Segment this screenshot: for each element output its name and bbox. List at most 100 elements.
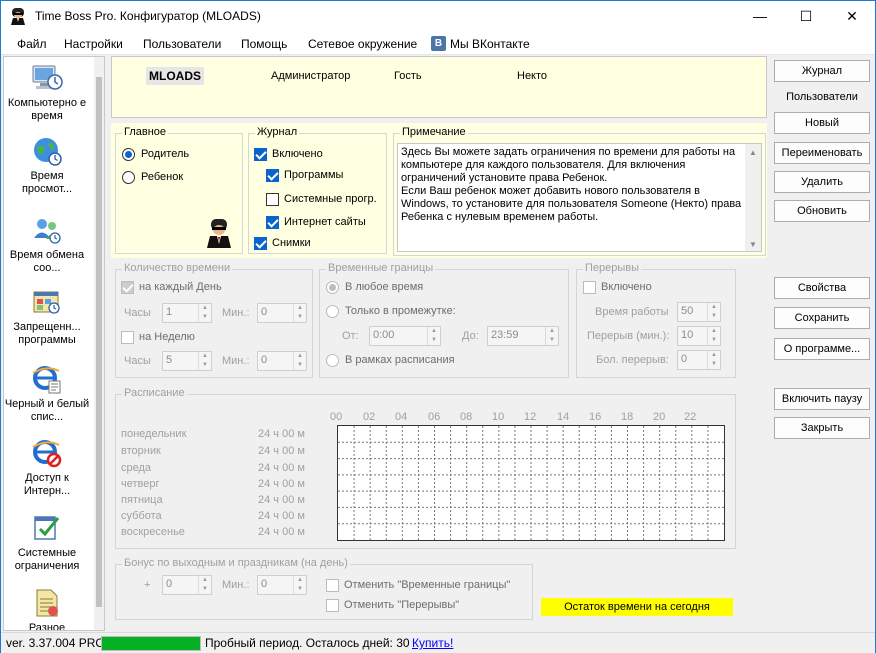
journal-programs-checkbox[interactable]: [266, 169, 279, 182]
schedule-grid[interactable]: [337, 425, 725, 541]
parent-radio[interactable]: [122, 148, 135, 161]
pause-button[interactable]: Включить паузу: [774, 388, 870, 410]
user-item-someone[interactable]: Некто: [517, 70, 547, 82]
sidebar-item-system-restrictions[interactable]: Системные ограничения: [4, 512, 90, 573]
delete-user-button[interactable]: Удалить: [774, 171, 870, 193]
interval-radio[interactable]: [326, 305, 339, 318]
time-bounds-group: Временные границы В любое время Только в…: [319, 262, 569, 378]
menu-network[interactable]: Сетевое окружение: [308, 37, 417, 51]
hour-label: 04: [395, 411, 408, 423]
scroll-down-icon[interactable]: ▼: [749, 238, 757, 251]
journal-system-progs-label: Системные прогр.: [284, 193, 377, 205]
week-hours-label: Часы: [124, 355, 151, 367]
menu-help[interactable]: Помощь: [241, 37, 287, 51]
work-time-stepper[interactable]: 50 ▲ ▼: [677, 302, 721, 322]
sidebar-scroll-thumb[interactable]: [96, 77, 102, 607]
sidebar-item-browsing-time[interactable]: Время просмот...: [4, 135, 90, 196]
menu-file[interactable]: Файл: [17, 37, 47, 51]
properties-button[interactable]: Свойства: [774, 277, 870, 299]
sidebar-item-blocked-programs[interactable]: Запрещенн... программы: [4, 286, 90, 347]
hour-label: 10: [492, 411, 505, 423]
day-hours-stepper[interactable]: 1 ▲ ▼: [162, 303, 212, 323]
spinner-arrows-icon[interactable]: ▲ ▼: [545, 327, 558, 345]
menu-users[interactable]: Пользователи: [143, 37, 221, 51]
new-user-button[interactable]: Новый: [774, 112, 870, 134]
cancel-breaks-label: Отменить "Перерывы": [344, 599, 460, 611]
from-time-input[interactable]: 0:00 ▲ ▼: [369, 326, 441, 346]
long-break-stepper[interactable]: 0 ▲ ▼: [677, 350, 721, 370]
sidebar-item-black-white-list[interactable]: Черный и белый спис...: [4, 363, 90, 424]
spinner-arrows-icon[interactable]: ▲ ▼: [293, 304, 306, 322]
spinner-arrows-icon[interactable]: ▲ ▼: [293, 576, 306, 594]
bonus-min-stepper[interactable]: 0 ▲ ▼: [257, 575, 307, 595]
user-item-admin[interactable]: Администратор: [271, 70, 350, 82]
journal-system-progs-checkbox[interactable]: [266, 193, 279, 206]
spinner-arrows-icon[interactable]: ▲ ▼: [198, 304, 211, 322]
sidebar-item-misc[interactable]: Разное: [4, 587, 90, 630]
journal-button[interactable]: Журнал: [774, 60, 870, 82]
note-textarea[interactable]: Здесь Вы можете задать ограничения по вр…: [397, 143, 762, 252]
breaks-group: Перерывы Включено Время работы 50 ▲ ▼ Пере…: [576, 262, 736, 378]
week-min-label: Мин.:: [222, 355, 250, 367]
work-time-value: 50: [681, 305, 694, 317]
menu-settings[interactable]: Настройки: [64, 37, 123, 51]
rename-user-button[interactable]: Переименовать: [774, 142, 870, 164]
breaks-enabled-checkbox[interactable]: [583, 281, 596, 294]
save-button[interactable]: Сохранить: [774, 307, 870, 329]
minimize-button[interactable]: —: [737, 1, 783, 31]
child-radio[interactable]: [122, 171, 135, 184]
day-min-stepper[interactable]: 0 ▲ ▼: [257, 303, 307, 323]
system-check-icon: [34, 516, 60, 540]
to-label: До:: [462, 330, 479, 342]
sidebar-item-internet-access[interactable]: Доступ к Интерн...: [4, 437, 90, 498]
spinner-arrows-icon[interactable]: ▲ ▼: [293, 352, 306, 370]
app-icon: [11, 8, 25, 25]
sidebar-scrollbar[interactable]: [94, 57, 104, 630]
week-min-stepper[interactable]: 0 ▲ ▼: [257, 351, 307, 371]
remaining-time-button[interactable]: Остаток времени на сегодня: [541, 598, 733, 616]
any-time-radio[interactable]: [326, 281, 339, 294]
sidebar-item-messaging-time[interactable]: Время обмена соо...: [4, 214, 90, 275]
spinner-arrows-icon[interactable]: ▲ ▼: [707, 303, 720, 321]
break-length-stepper[interactable]: 10 ▲ ▼: [677, 326, 721, 346]
cancel-bounds-checkbox[interactable]: [326, 579, 339, 592]
user-item-guest[interactable]: Гость: [394, 70, 422, 82]
about-button[interactable]: О программе...: [774, 338, 870, 360]
spinner-arrows-icon[interactable]: ▲ ▼: [707, 327, 720, 345]
vk-icon[interactable]: В: [431, 36, 446, 51]
journal-enabled-checkbox[interactable]: [254, 148, 267, 161]
close-app-button[interactable]: Закрыть: [774, 417, 870, 439]
day-total-thursday: 24 ч 00 м: [258, 478, 305, 490]
journal-websites-checkbox[interactable]: [266, 216, 279, 229]
bonus-group: Бонус по выходным и праздникам (на день)…: [115, 557, 533, 620]
spinner-arrows-icon[interactable]: ▲ ▼: [198, 576, 211, 594]
close-button[interactable]: ✕: [829, 1, 875, 31]
spinner-arrows-icon[interactable]: ▲ ▼: [198, 352, 211, 370]
bonus-hours-stepper[interactable]: 0 ▲ ▼: [162, 575, 212, 595]
version-label: ver. 3.37.004 PRO: [6, 636, 105, 650]
note-scrollbar[interactable]: ▲ ▼: [745, 144, 761, 251]
schedule-radio[interactable]: [326, 354, 339, 367]
to-time-input[interactable]: 23:59 ▲ ▼: [487, 326, 559, 346]
user-item-selected[interactable]: MLOADS: [146, 67, 204, 85]
journal-screenshots-checkbox[interactable]: [254, 237, 267, 250]
cancel-bounds-label: Отменить "Временные границы": [344, 579, 511, 591]
menu-vk[interactable]: Мы ВКонтакте: [450, 37, 530, 51]
day-total-sunday: 24 ч 00 м: [258, 526, 305, 538]
spinner-arrows-icon[interactable]: ▲ ▼: [427, 327, 440, 345]
maximize-button[interactable]: ☐: [783, 1, 829, 31]
hour-label: 00: [330, 411, 343, 423]
buy-link[interactable]: Купить!: [412, 636, 453, 650]
day-hours-label: Часы: [124, 307, 151, 319]
sidebar-item-computer-time[interactable]: Компьютерно е время: [4, 62, 90, 123]
refresh-button[interactable]: Обновить: [774, 200, 870, 222]
properties-button-label: Свойства: [797, 282, 847, 294]
spinner-arrows-icon[interactable]: ▲ ▼: [707, 351, 720, 369]
week-hours-stepper[interactable]: 5 ▲ ▼: [162, 351, 212, 371]
scroll-up-icon[interactable]: ▲: [749, 146, 757, 159]
per-week-checkbox[interactable]: [121, 331, 134, 344]
pause-button-label: Включить паузу: [781, 393, 863, 405]
cancel-breaks-checkbox[interactable]: [326, 599, 339, 612]
per-day-checkbox[interactable]: [121, 281, 134, 294]
day-label-saturday: суббота: [121, 510, 162, 522]
